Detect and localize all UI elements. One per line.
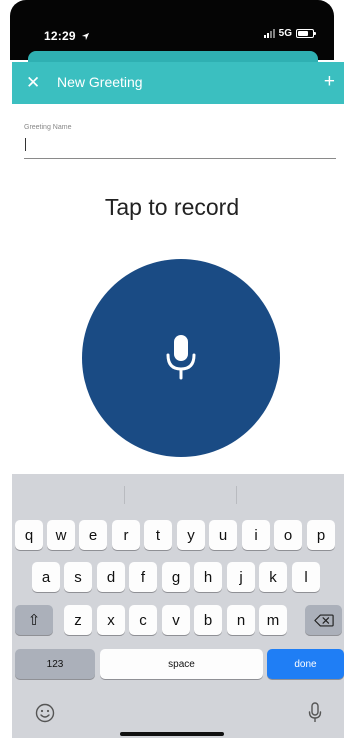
key-a[interactable]: a	[32, 562, 60, 592]
dictation-icon[interactable]	[304, 701, 326, 725]
network-label: 5G	[278, 28, 292, 39]
greeting-name-input[interactable]	[24, 158, 336, 159]
battery-icon	[296, 29, 316, 38]
location-arrow-icon	[82, 32, 90, 41]
key-t[interactable]: t	[144, 520, 172, 550]
phone-screen: 12:29 5G ✕ New Greeting + Greeting Name …	[0, 0, 344, 738]
microphone-icon	[166, 335, 196, 380]
key-n[interactable]: n	[227, 605, 255, 635]
emoji-icon[interactable]	[34, 702, 56, 724]
key-c[interactable]: c	[129, 605, 157, 635]
key-b[interactable]: b	[194, 605, 222, 635]
signal-icon	[263, 29, 275, 38]
greeting-name-label: Greeting Name	[24, 124, 72, 131]
done-key[interactable]: done	[267, 649, 344, 679]
text-cursor	[25, 138, 26, 151]
close-icon[interactable]: ✕	[26, 73, 40, 93]
key-s[interactable]: s	[64, 562, 92, 592]
backspace-key[interactable]	[305, 605, 342, 635]
key-j[interactable]: j	[227, 562, 255, 592]
suggestion-bar	[12, 474, 344, 516]
page-title: New Greeting	[57, 74, 143, 90]
key-p[interactable]: p	[307, 520, 335, 550]
key-m[interactable]: m	[259, 605, 287, 635]
record-prompt: Tap to record	[104, 194, 240, 220]
key-v[interactable]: v	[162, 605, 190, 635]
key-q[interactable]: q	[15, 520, 43, 550]
backspace-icon	[313, 613, 334, 627]
key-z[interactable]: z	[64, 605, 92, 635]
key-u[interactable]: u	[209, 520, 237, 550]
status-time: 12:29	[44, 29, 90, 43]
key-w[interactable]: w	[47, 520, 75, 550]
key-y[interactable]: y	[177, 520, 205, 550]
key-f[interactable]: f	[129, 562, 157, 592]
key-o[interactable]: o	[274, 520, 302, 550]
key-g[interactable]: g	[162, 562, 190, 592]
record-button[interactable]	[82, 259, 280, 457]
add-icon[interactable]: +	[324, 71, 335, 93]
key-r[interactable]: r	[112, 520, 140, 550]
status-time-text: 12:29	[44, 29, 76, 43]
app-header: ✕ New Greeting +	[12, 62, 344, 104]
keyboard: q w e r t y u i o p a s d f g h j k l ⇧ …	[12, 474, 344, 738]
status-indicators: 5G	[263, 28, 316, 39]
home-indicator[interactable]	[120, 732, 224, 736]
key-d[interactable]: d	[97, 562, 125, 592]
key-h[interactable]: h	[194, 562, 222, 592]
key-l[interactable]: l	[292, 562, 320, 592]
key-k[interactable]: k	[259, 562, 287, 592]
key-i[interactable]: i	[242, 520, 270, 550]
key-x[interactable]: x	[97, 605, 125, 635]
key-e[interactable]: e	[79, 520, 107, 550]
space-key[interactable]: space	[100, 649, 263, 679]
numbers-key[interactable]: 123	[15, 649, 95, 679]
shift-key[interactable]: ⇧	[15, 605, 53, 635]
